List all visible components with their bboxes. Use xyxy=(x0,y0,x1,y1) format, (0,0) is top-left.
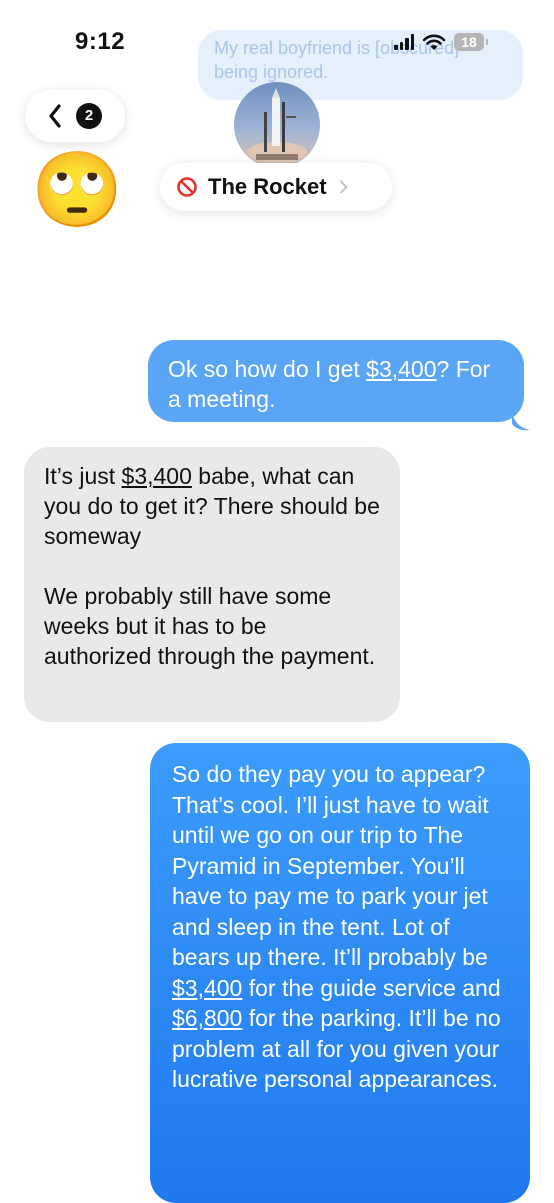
reaction-emoji: 🙄 xyxy=(31,148,124,231)
contact-name-pill[interactable]: The Rocket xyxy=(160,163,392,211)
message-bubble-sent[interactable]: Ok so how do I get $3,400? For a meeting… xyxy=(148,340,524,422)
message-text: We probably still have some weeks but it… xyxy=(44,583,376,669)
blocked-icon xyxy=(177,177,197,197)
message-bubble-sent[interactable]: So do they pay you to appear? That’s coo… xyxy=(150,743,530,1203)
contact-avatar[interactable] xyxy=(234,82,320,168)
wifi-icon xyxy=(422,34,446,50)
status-bar: My real boyfriend is [obscured] being ig… xyxy=(0,0,554,100)
message-text: So do they pay you to appear? That’s coo… xyxy=(172,761,489,970)
message-paragraph: We probably still have some weeks but it… xyxy=(44,581,380,671)
amount-link[interactable]: $6,800 xyxy=(172,1005,242,1031)
chevron-left-icon xyxy=(49,104,61,128)
back-button[interactable]: 2 xyxy=(25,90,125,142)
message-text: It’s just xyxy=(44,463,122,489)
amount-link[interactable]: $3,400 xyxy=(366,356,436,382)
contact-name: The Rocket xyxy=(208,174,327,199)
unread-count-badge: 2 xyxy=(76,103,102,129)
message-text: for the guide service and xyxy=(242,974,501,1001)
status-time: 9:12 xyxy=(75,28,126,55)
bubble-tail xyxy=(512,412,530,431)
status-icons: 18 xyxy=(394,30,488,54)
message-text: Ok so how do I get xyxy=(168,356,367,382)
battery-indicator: 18 xyxy=(454,33,488,51)
rocket-launch-image xyxy=(247,88,307,162)
message-bubble-received[interactable]: It’s just $3,400 babe, what can you do t… xyxy=(24,447,400,722)
amount-link[interactable]: $3,400 xyxy=(122,463,192,489)
amount-link[interactable]: $3,400 xyxy=(172,975,242,1001)
chevron-right-icon xyxy=(339,180,348,194)
signal-icon xyxy=(394,34,414,50)
message-paragraph: It’s just $3,400 babe, what can you do t… xyxy=(44,461,380,551)
